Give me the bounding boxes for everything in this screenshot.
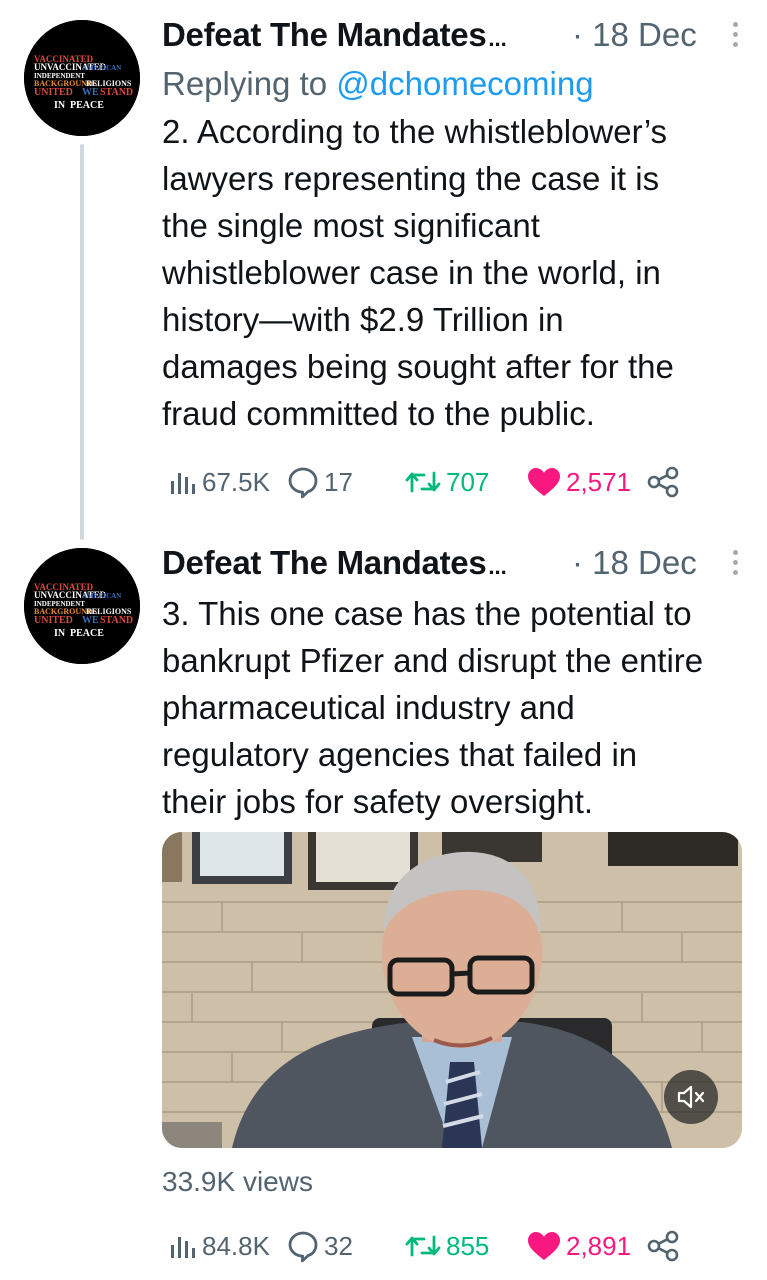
share-button[interactable] <box>646 462 680 502</box>
more-vertical-icon[interactable] <box>731 550 739 580</box>
like-button[interactable]: 2,571 <box>526 462 631 502</box>
speech-bubble-icon <box>288 467 318 499</box>
reply-count: 17 <box>324 466 353 497</box>
speech-bubble-icon <box>288 1231 318 1263</box>
svg-text:UNITED: UNITED <box>34 615 73 626</box>
retweet-button[interactable]: 707 <box>404 462 489 502</box>
speaker-muted-icon <box>677 1085 705 1109</box>
tweet-date[interactable]: · 18 Dec <box>572 544 697 582</box>
tweet-actions: 84.8K 32 855 2,891 <box>0 1226 767 1266</box>
avatar[interactable]: VACCINATED UNVACCINATED AMERICAN INDEPEN… <box>24 20 140 136</box>
more-vertical-icon[interactable] <box>731 22 739 52</box>
author-ellipsis: ... <box>488 26 507 51</box>
author-ellipsis: ... <box>488 554 507 579</box>
avatar[interactable]: VACCINATED UNVACCINATED AMERICAN INDEPEN… <box>24 548 140 664</box>
mute-button[interactable] <box>664 1070 718 1124</box>
svg-text:UNITED: UNITED <box>34 87 73 98</box>
heart-icon <box>528 468 560 496</box>
bar-chart-icon <box>171 473 195 494</box>
svg-text:PEACE: PEACE <box>70 100 104 111</box>
views-count: 67.5K <box>202 466 270 497</box>
tweet-text: 2. According to the whistleblower’s lawy… <box>162 113 674 432</box>
like-count: 2,891 <box>566 1230 632 1261</box>
replying-handle-link[interactable]: @dchomecoming <box>336 65 593 102</box>
replying-prefix: Replying to <box>162 65 337 102</box>
tweet-header: Defeat The Mandates... · 18 Dec <box>162 544 743 586</box>
replying-to: Replying to @dchomecoming <box>162 62 743 106</box>
share-button[interactable] <box>646 1226 680 1266</box>
like-count: 2,571 <box>566 466 632 497</box>
svg-text:WE: WE <box>82 87 99 98</box>
like-button[interactable]: 2,891 <box>526 1226 631 1266</box>
video-thumbnail <box>162 832 742 1148</box>
avatar-logo: VACCINATED UNVACCINATED AMERICAN INDEPEN… <box>24 548 140 664</box>
retweet-count: 855 <box>446 1230 490 1261</box>
svg-text:WE: WE <box>82 615 99 626</box>
heart-icon <box>528 1232 560 1260</box>
views-button[interactable]: 67.5K <box>168 462 270 502</box>
reply-button[interactable]: 17 <box>286 462 353 502</box>
svg-text:IN: IN <box>54 628 66 639</box>
video-view-count: 33.9K views <box>162 1166 313 1197</box>
retweet-button[interactable]: 855 <box>404 1226 489 1266</box>
share-icon <box>647 1230 679 1262</box>
tweet-actions: 67.5K 17 707 2,571 <box>0 462 767 502</box>
share-icon <box>647 466 679 498</box>
svg-text:PEACE: PEACE <box>70 628 104 639</box>
svg-text:AMERICAN: AMERICAN <box>82 64 121 72</box>
svg-text:STAND: STAND <box>100 615 133 626</box>
views-count: 84.8K <box>202 1230 270 1261</box>
bar-chart-icon <box>171 1237 195 1258</box>
author-name[interactable]: Defeat The Mandates <box>162 544 487 581</box>
retweet-icon <box>405 471 441 493</box>
avatar-logo: VACCINATED UNVACCINATED AMERICAN INDEPEN… <box>24 20 140 136</box>
svg-text:STAND: STAND <box>100 87 133 98</box>
tweet-date[interactable]: · 18 Dec <box>572 16 697 54</box>
reply-count: 32 <box>324 1230 353 1261</box>
retweet-icon <box>405 1235 441 1257</box>
author-name[interactable]: Defeat The Mandates <box>162 16 487 53</box>
reply-button[interactable]: 32 <box>286 1226 353 1266</box>
tweet-header: Defeat The Mandates... · 18 Dec <box>162 16 743 58</box>
svg-text:AMERICAN: AMERICAN <box>82 592 121 600</box>
retweet-count: 707 <box>446 466 490 497</box>
svg-text:IN: IN <box>54 100 66 111</box>
views-button[interactable]: 84.8K <box>168 1226 270 1266</box>
tweet-text: 3. This one case has the potential to ba… <box>162 595 704 820</box>
video-player[interactable] <box>162 832 742 1148</box>
